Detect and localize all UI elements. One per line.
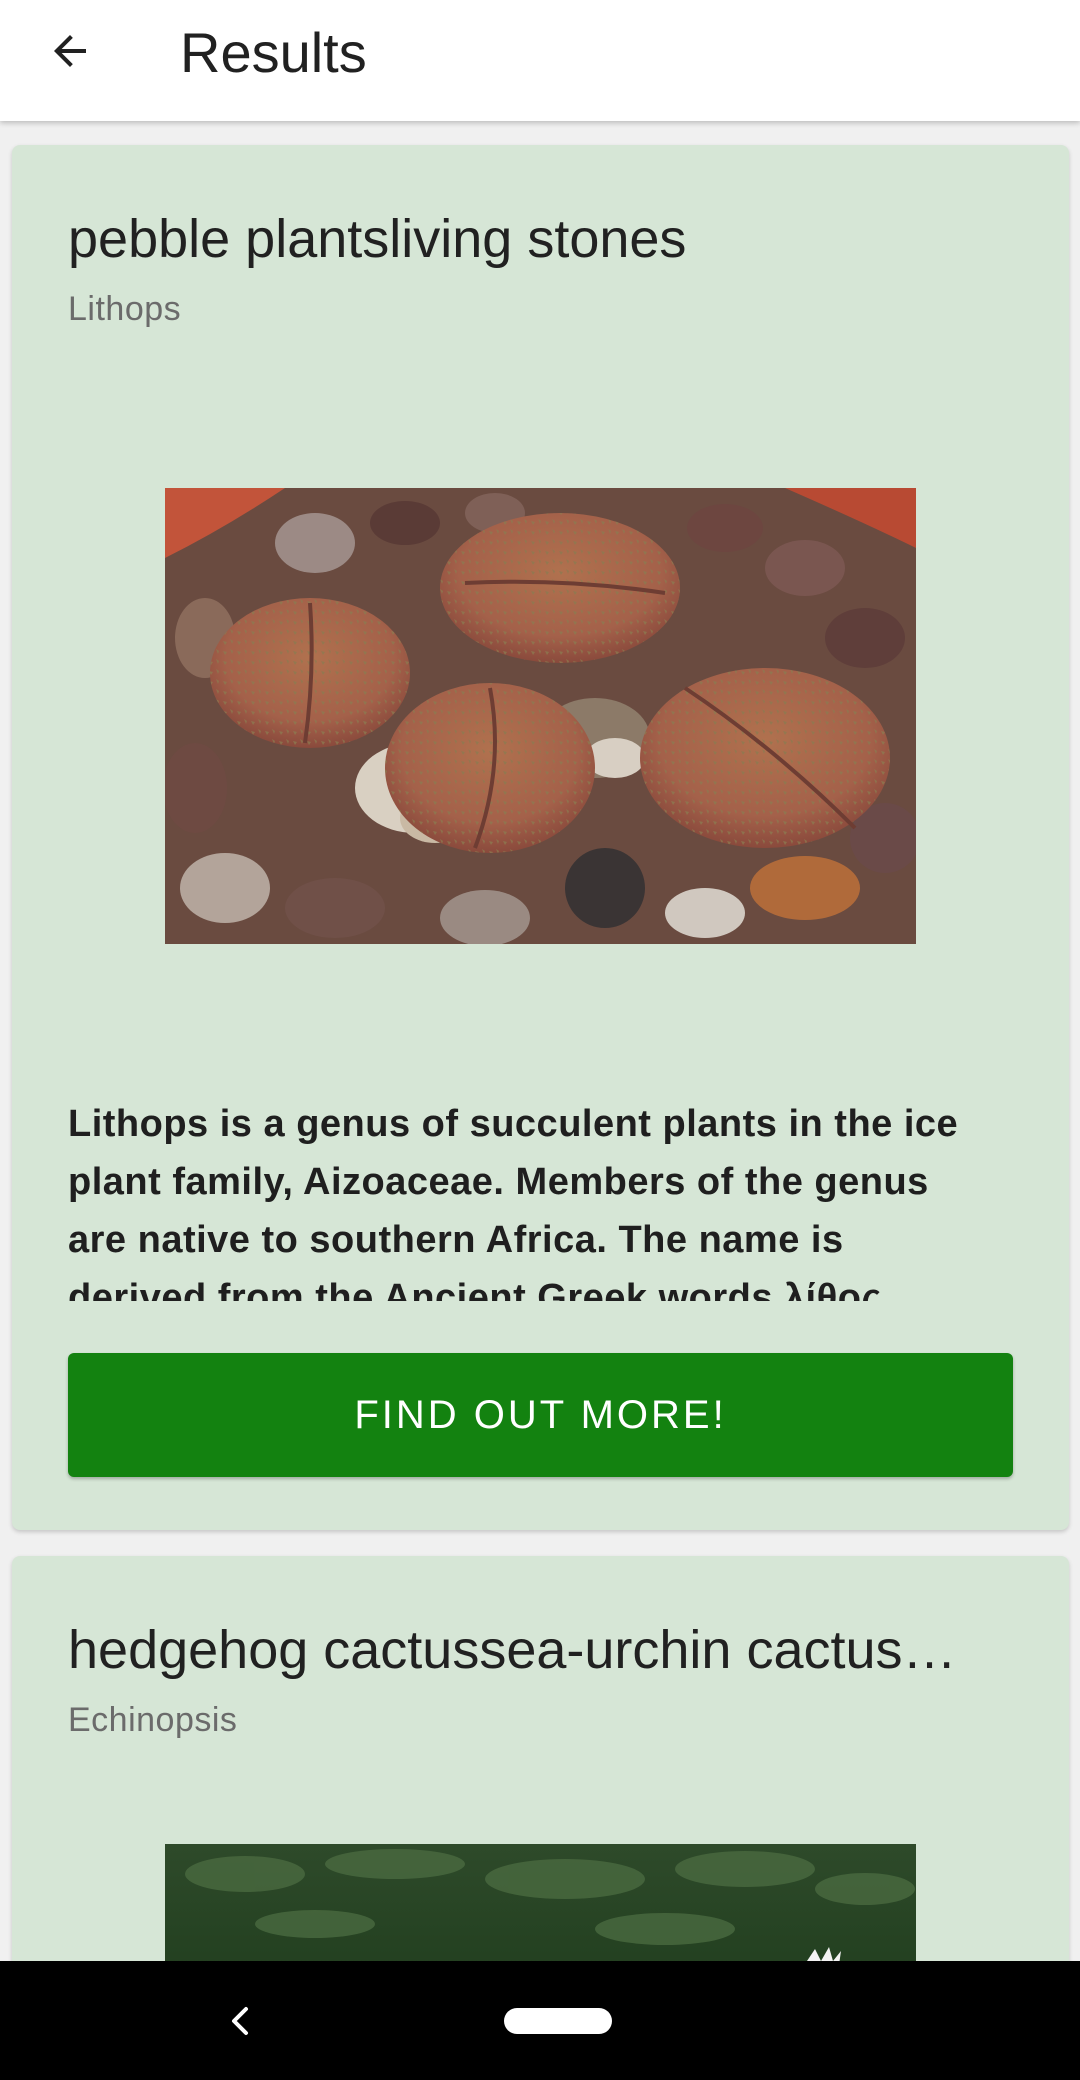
page-title: Results <box>180 21 367 84</box>
result-common-names: hedgehog cactussea-urchin cactus… <box>68 1620 957 1680</box>
result-description: Lithops is a genus of succulent plants i… <box>68 1103 959 1301</box>
result-genus: Lithops <box>68 290 182 328</box>
result-genus: Echinopsis <box>68 1701 238 1739</box>
nav-back-icon <box>232 2007 248 2035</box>
back-button[interactable] <box>30 18 110 84</box>
find-out-more-button[interactable]: FIND OUT MORE! <box>68 1353 1013 1477</box>
app-bar: Results <box>0 0 1080 121</box>
nav-back-button[interactable] <box>220 1991 260 2051</box>
system-nav-bar <box>0 1961 1080 2080</box>
echinopsis-photo <box>165 1844 916 1961</box>
result-common-names: pebble plantsliving stones <box>68 209 687 269</box>
results-list[interactable]: pebble plantsliving stones Lithops Litho… <box>0 121 1080 1961</box>
nav-home-pill[interactable] <box>504 2008 612 2034</box>
lithops-photo <box>165 488 916 944</box>
result-card: pebble plantsliving stones Lithops Litho… <box>12 145 1069 1530</box>
result-card: hedgehog cactussea-urchin cactus… Echino… <box>12 1556 1069 1961</box>
arrow-back-icon <box>54 35 86 67</box>
